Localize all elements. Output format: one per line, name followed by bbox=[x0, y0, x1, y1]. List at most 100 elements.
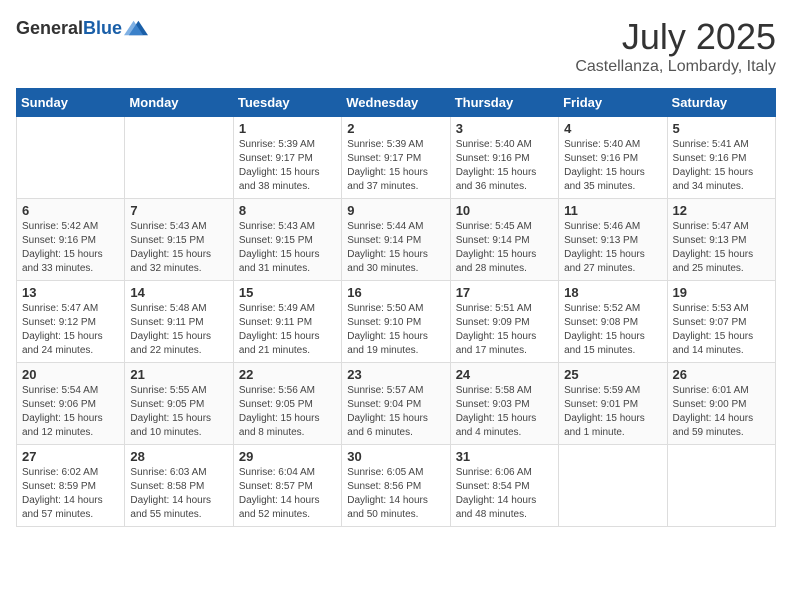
calendar-week-row: 1 Sunrise: 5:39 AMSunset: 9:17 PMDaylight… bbox=[17, 117, 776, 199]
calendar-cell: 22 Sunrise: 5:56 AMSunset: 9:05 PMDayligh… bbox=[233, 363, 341, 445]
calendar-cell: 1 Sunrise: 5:39 AMSunset: 9:17 PMDaylight… bbox=[233, 117, 341, 199]
calendar-cell: 25 Sunrise: 5:59 AMSunset: 9:01 PMDayligh… bbox=[559, 363, 667, 445]
day-number: 16 bbox=[347, 285, 444, 300]
calendar-cell: 29 Sunrise: 6:04 AMSunset: 8:57 PMDayligh… bbox=[233, 445, 341, 527]
calendar-table: SundayMondayTuesdayWednesdayThursdayFrid… bbox=[16, 88, 776, 527]
month-title: July 2025 bbox=[575, 16, 776, 58]
day-info: Sunrise: 5:57 AMSunset: 9:04 PMDaylight:… bbox=[347, 384, 444, 440]
day-info: Sunrise: 5:53 AMSunset: 9:07 PMDaylight:… bbox=[673, 302, 770, 358]
day-number: 8 bbox=[239, 203, 336, 218]
calendar-week-row: 6 Sunrise: 5:42 AMSunset: 9:16 PMDaylight… bbox=[17, 199, 776, 281]
calendar-cell: 24 Sunrise: 5:58 AMSunset: 9:03 PMDayligh… bbox=[450, 363, 558, 445]
day-info: Sunrise: 5:41 AMSunset: 9:16 PMDaylight:… bbox=[673, 138, 770, 194]
day-info: Sunrise: 5:49 AMSunset: 9:11 PMDaylight:… bbox=[239, 302, 336, 358]
day-info: Sunrise: 5:47 AMSunset: 9:12 PMDaylight:… bbox=[22, 302, 119, 358]
title-area: July 2025 Castellanza, Lombardy, Italy bbox=[575, 16, 776, 76]
day-info: Sunrise: 6:03 AMSunset: 8:58 PMDaylight:… bbox=[130, 466, 227, 522]
day-number: 29 bbox=[239, 449, 336, 464]
calendar-cell: 2Sunrise: 5:39 AMSunset: 9:17 PMDaylight… bbox=[342, 117, 450, 199]
calendar-cell: 20 Sunrise: 5:54 AMSunset: 9:06 PMDayligh… bbox=[17, 363, 125, 445]
day-number: 12 bbox=[673, 203, 770, 218]
day-number: 31 bbox=[456, 449, 553, 464]
day-number: 22 bbox=[239, 367, 336, 382]
calendar-cell: 18 Sunrise: 5:52 AMSunset: 9:08 PMDayligh… bbox=[559, 281, 667, 363]
day-info: Sunrise: 6:01 AMSunset: 9:00 PMDaylight:… bbox=[673, 384, 770, 440]
calendar-cell: 23Sunrise: 5:57 AMSunset: 9:04 PMDayligh… bbox=[342, 363, 450, 445]
day-number: 15 bbox=[239, 285, 336, 300]
day-number: 3 bbox=[456, 121, 553, 136]
day-info: Sunrise: 5:52 AMSunset: 9:08 PMDaylight:… bbox=[564, 302, 661, 358]
calendar-cell: 27 Sunrise: 6:02 AMSunset: 8:59 PMDayligh… bbox=[17, 445, 125, 527]
calendar-cell: 3 Sunrise: 5:40 AMSunset: 9:16 PMDaylight… bbox=[450, 117, 558, 199]
calendar-cell: 12Sunrise: 5:47 AMSunset: 9:13 PMDayligh… bbox=[667, 199, 775, 281]
calendar-cell: 4 Sunrise: 5:40 AMSunset: 9:16 PMDaylight… bbox=[559, 117, 667, 199]
day-info: Sunrise: 5:39 AMSunset: 9:17 PMDaylight:… bbox=[347, 138, 444, 194]
day-info: Sunrise: 5:40 AMSunset: 9:16 PMDaylight:… bbox=[456, 138, 553, 194]
weekday-header: Tuesday bbox=[233, 89, 341, 117]
calendar-cell bbox=[559, 445, 667, 527]
day-number: 4 bbox=[564, 121, 661, 136]
day-number: 10 bbox=[456, 203, 553, 218]
day-number: 9 bbox=[347, 203, 444, 218]
day-number: 17 bbox=[456, 285, 553, 300]
weekday-header: Thursday bbox=[450, 89, 558, 117]
logo-blue-text: Blue bbox=[83, 18, 122, 38]
day-number: 5 bbox=[673, 121, 770, 136]
calendar-cell: 26 Sunrise: 6:01 AMSunset: 9:00 PMDayligh… bbox=[667, 363, 775, 445]
weekday-header: Saturday bbox=[667, 89, 775, 117]
calendar-week-row: 20 Sunrise: 5:54 AMSunset: 9:06 PMDayligh… bbox=[17, 363, 776, 445]
day-info: Sunrise: 6:04 AMSunset: 8:57 PMDaylight:… bbox=[239, 466, 336, 522]
day-number: 1 bbox=[239, 121, 336, 136]
calendar-cell bbox=[17, 117, 125, 199]
calendar-cell: 15 Sunrise: 5:49 AMSunset: 9:11 PMDayligh… bbox=[233, 281, 341, 363]
day-info: Sunrise: 6:06 AMSunset: 8:54 PMDaylight:… bbox=[456, 466, 553, 522]
day-info: Sunrise: 5:56 AMSunset: 9:05 PMDaylight:… bbox=[239, 384, 336, 440]
calendar-cell: 21Sunrise: 5:55 AMSunset: 9:05 PMDayligh… bbox=[125, 363, 233, 445]
calendar-cell: 9Sunrise: 5:44 AMSunset: 9:14 PMDaylight… bbox=[342, 199, 450, 281]
day-number: 28 bbox=[130, 449, 227, 464]
day-number: 20 bbox=[22, 367, 119, 382]
calendar-cell: 28 Sunrise: 6:03 AMSunset: 8:58 PMDayligh… bbox=[125, 445, 233, 527]
day-number: 21 bbox=[130, 367, 227, 382]
day-info: Sunrise: 6:02 AMSunset: 8:59 PMDaylight:… bbox=[22, 466, 119, 522]
day-number: 26 bbox=[673, 367, 770, 382]
calendar-cell: 16 Sunrise: 5:50 AMSunset: 9:10 PMDayligh… bbox=[342, 281, 450, 363]
day-number: 24 bbox=[456, 367, 553, 382]
calendar-cell bbox=[125, 117, 233, 199]
day-info: Sunrise: 6:05 AMSunset: 8:56 PMDaylight:… bbox=[347, 466, 444, 522]
calendar-cell: 5 Sunrise: 5:41 AMSunset: 9:16 PMDaylight… bbox=[667, 117, 775, 199]
day-info: Sunrise: 5:58 AMSunset: 9:03 PMDaylight:… bbox=[456, 384, 553, 440]
day-info: Sunrise: 5:39 AMSunset: 9:17 PMDaylight:… bbox=[239, 138, 336, 194]
day-number: 25 bbox=[564, 367, 661, 382]
calendar-cell: 14Sunrise: 5:48 AMSunset: 9:11 PMDayligh… bbox=[125, 281, 233, 363]
day-info: Sunrise: 5:50 AMSunset: 9:10 PMDaylight:… bbox=[347, 302, 444, 358]
day-info: Sunrise: 5:48 AMSunset: 9:11 PMDaylight:… bbox=[130, 302, 227, 358]
calendar-week-row: 27 Sunrise: 6:02 AMSunset: 8:59 PMDayligh… bbox=[17, 445, 776, 527]
location-title: Castellanza, Lombardy, Italy bbox=[575, 58, 776, 76]
day-info: Sunrise: 5:42 AMSunset: 9:16 PMDaylight:… bbox=[22, 220, 119, 276]
day-number: 18 bbox=[564, 285, 661, 300]
calendar-header-row: SundayMondayTuesdayWednesdayThursdayFrid… bbox=[17, 89, 776, 117]
calendar-cell: 30 Sunrise: 6:05 AMSunset: 8:56 PMDayligh… bbox=[342, 445, 450, 527]
logo-general-text: General bbox=[16, 18, 83, 38]
day-number: 27 bbox=[22, 449, 119, 464]
calendar-cell: 17 Sunrise: 5:51 AMSunset: 9:09 PMDayligh… bbox=[450, 281, 558, 363]
day-number: 6 bbox=[22, 203, 119, 218]
weekday-header: Monday bbox=[125, 89, 233, 117]
calendar-cell: 8Sunrise: 5:43 AMSunset: 9:15 PMDaylight… bbox=[233, 199, 341, 281]
day-number: 7 bbox=[130, 203, 227, 218]
day-info: Sunrise: 5:54 AMSunset: 9:06 PMDaylight:… bbox=[22, 384, 119, 440]
day-info: Sunrise: 5:51 AMSunset: 9:09 PMDaylight:… bbox=[456, 302, 553, 358]
page-header: GeneralBlue July 2025 Castellanza, Lomba… bbox=[16, 16, 776, 76]
weekday-header: Friday bbox=[559, 89, 667, 117]
calendar-cell: 10Sunrise: 5:45 AMSunset: 9:14 PMDayligh… bbox=[450, 199, 558, 281]
day-info: Sunrise: 5:40 AMSunset: 9:16 PMDaylight:… bbox=[564, 138, 661, 194]
calendar-cell: 19 Sunrise: 5:53 AMSunset: 9:07 PMDayligh… bbox=[667, 281, 775, 363]
day-number: 13 bbox=[22, 285, 119, 300]
calendar-cell: 6 Sunrise: 5:42 AMSunset: 9:16 PMDaylight… bbox=[17, 199, 125, 281]
day-info: Sunrise: 5:59 AMSunset: 9:01 PMDaylight:… bbox=[564, 384, 661, 440]
day-number: 19 bbox=[673, 285, 770, 300]
calendar-cell: 13 Sunrise: 5:47 AMSunset: 9:12 PMDayligh… bbox=[17, 281, 125, 363]
day-number: 30 bbox=[347, 449, 444, 464]
day-info: Sunrise: 5:43 AMSunset: 9:15 PMDaylight:… bbox=[130, 220, 227, 276]
